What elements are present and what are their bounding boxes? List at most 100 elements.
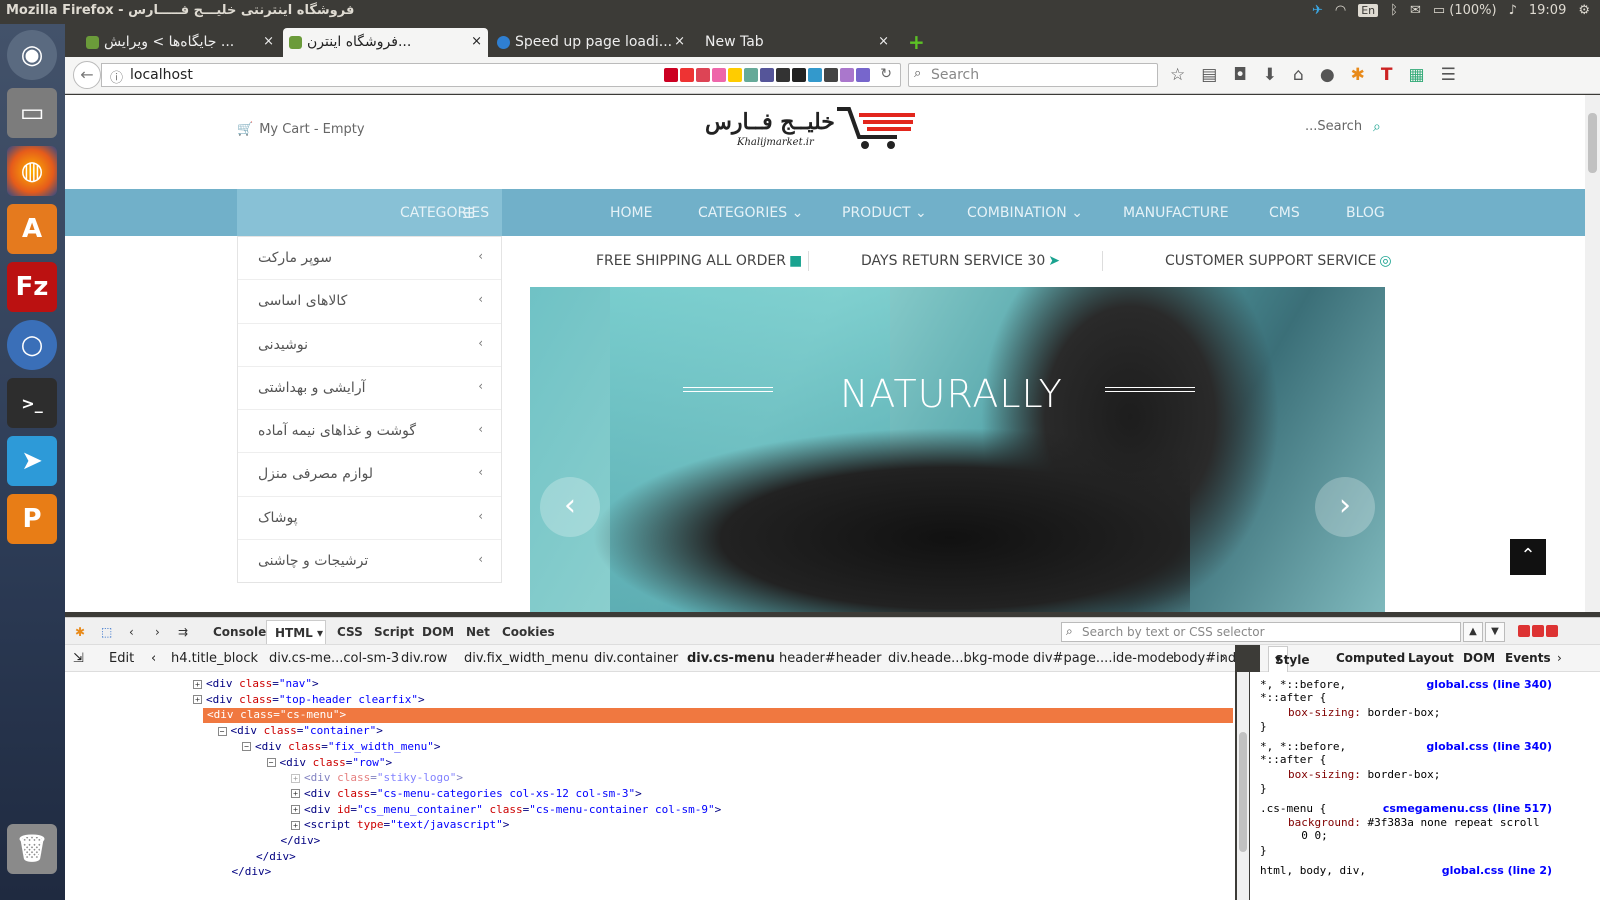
html-node[interactable]: + <div id="cs_menu_container" class="cs-m… [291, 803, 721, 818]
inspect-icon[interactable]: ⬚ [101, 625, 112, 639]
tab-layout[interactable]: Layout [1408, 651, 1454, 665]
crumb-item[interactable]: div.container [594, 651, 678, 666]
trash-icon[interactable]: 🗑 [7, 824, 57, 874]
search-prev-button[interactable]: ▲ [1463, 622, 1483, 642]
css-selector[interactable]: *, *::before, *::after { [1260, 740, 1346, 766]
tab-dom-side[interactable]: DOM [1463, 651, 1495, 665]
extension-icon[interactable] [840, 68, 854, 82]
css-source-link[interactable]: global.css (line 2) [1442, 864, 1552, 877]
phpstorm-icon[interactable]: P [7, 494, 57, 544]
menu-home[interactable]: HOME [610, 205, 652, 221]
html-pane-scrollbar[interactable] [1237, 672, 1249, 900]
crumb-item[interactable]: div.heade...bkg-mode [888, 651, 1029, 666]
close-tab-icon[interactable]: × [878, 34, 889, 49]
crumb-scroll-left[interactable]: ‹ [151, 651, 156, 666]
html-node[interactable]: − <div class="fix_width_menu"> [242, 740, 440, 755]
extension-icon[interactable] [792, 68, 806, 82]
html-node[interactable]: </div> [281, 834, 321, 849]
tab-console[interactable]: Console [213, 625, 266, 639]
html-node[interactable]: − <div class="row"> [266, 756, 392, 771]
download-icon[interactable]: ⬇ [1263, 65, 1277, 85]
close-tab-icon[interactable]: × [263, 34, 274, 49]
page-scrollbar[interactable] [1585, 95, 1600, 612]
detach-devtools-icon[interactable] [1532, 625, 1544, 637]
css-source-link[interactable]: csmegamenu.css (line 517) [1383, 802, 1552, 815]
html-node[interactable]: + <div class="stiky-logo"> [291, 771, 463, 786]
side-tabs-scroll-right[interactable]: › [1557, 651, 1562, 665]
battery-indicator[interactable]: ▭ (100%) [1433, 3, 1497, 18]
crumb-item[interactable]: div.fix_width_menu [464, 651, 589, 666]
category-item[interactable]: آرایشی و بهداشتی › [238, 367, 501, 411]
devtools-search-input[interactable]: ⌕ Search by text or CSS selector [1061, 622, 1461, 642]
crumb-options-icon[interactable]: ⇲ [73, 651, 84, 666]
firebug-icon[interactable]: ✱ [1351, 65, 1365, 85]
telegram-tray-icon[interactable]: ✈ [1312, 3, 1323, 18]
files-icon[interactable]: ▭ [7, 88, 57, 138]
categories-toggle[interactable]: CATEGORIES ☰ [237, 189, 502, 236]
new-tab-button[interactable]: + [908, 30, 925, 54]
crumb-item[interactable]: h4.title_block [171, 651, 258, 666]
tab-location-edit[interactable]: جایگاه‌ها > ویرایش ... × [80, 28, 280, 57]
mini-cart[interactable]: 🛒 My Cart - Empty [237, 122, 365, 137]
chat-icon[interactable]: ● [1320, 65, 1335, 85]
browser-search-box[interactable]: ⌕ Search [908, 63, 1158, 87]
scrollbar-thumb[interactable] [1588, 113, 1597, 173]
hero-slider[interactable]: NATURALLY ‹ › [530, 287, 1385, 612]
menu-cms[interactable]: CMS [1269, 205, 1300, 221]
keyboard-layout[interactable]: En [1358, 4, 1379, 17]
tab-events[interactable]: Events [1505, 651, 1551, 665]
close-tab-icon[interactable]: × [471, 34, 482, 49]
command-line-icon[interactable]: ⇉ [178, 625, 188, 639]
tab-dom[interactable]: DOM [422, 625, 454, 639]
style-rules-panel[interactable]: *, *::before, *::after {global.css (line… [1250, 672, 1600, 900]
info-icon[interactable]: ⓘ [110, 67, 123, 86]
css-source-link[interactable]: global.css (line 340) [1426, 678, 1552, 691]
nav-forward-icon[interactable]: › [155, 625, 160, 639]
css-declaration[interactable]: box-sizing: border-box; [1288, 706, 1440, 719]
close-devtools-icon[interactable] [1546, 625, 1558, 637]
home-icon[interactable]: ⌂ [1293, 65, 1304, 85]
pocket-icon[interactable]: ◘ [1233, 65, 1246, 85]
filezilla-icon[interactable]: Fz [7, 262, 57, 312]
extension-icon[interactable] [712, 68, 726, 82]
firefox-icon[interactable]: ◍ [7, 146, 57, 196]
extension-icon[interactable] [776, 68, 790, 82]
settings-gear-icon[interactable]: ⚙ [1578, 3, 1590, 18]
extension-icon[interactable] [824, 68, 838, 82]
html-node[interactable]: </div> [256, 850, 296, 865]
url-bar[interactable]: ⓘ localhost ↻ [101, 63, 901, 87]
menu-product[interactable]: PRODUCT ⌄ [842, 205, 927, 221]
menu-categories[interactable]: CATEGORIES ⌄ [698, 205, 803, 221]
firebug-menu-icon[interactable]: ✱ [75, 625, 85, 639]
html-node[interactable]: + <div class="top-header clearfix"> [193, 693, 425, 708]
slider-next-button[interactable]: › [1315, 477, 1375, 537]
back-to-top-button[interactable]: ⌃ [1510, 539, 1546, 575]
extension-icon[interactable] [760, 68, 774, 82]
extension-icon[interactable] [680, 68, 694, 82]
css-selector[interactable]: .cs-menu { [1260, 802, 1326, 815]
reading-list-icon[interactable]: ▤ [1201, 65, 1217, 85]
crumb-item[interactable]: div.row [401, 651, 447, 666]
back-button[interactable]: ← [73, 61, 101, 89]
css-selector[interactable]: html, body, div, [1260, 864, 1366, 877]
telegram-icon[interactable]: ➤ [7, 436, 57, 486]
translate-icon[interactable]: T [1381, 65, 1393, 85]
html-node[interactable]: − <div class="container"> [217, 724, 383, 739]
minimize-devtools-icon[interactable] [1518, 625, 1530, 637]
tab-css[interactable]: CSS [337, 625, 363, 639]
bookmark-star-icon[interactable]: ☆ [1170, 65, 1185, 85]
chromium-icon[interactable]: ○ [7, 320, 57, 370]
tab-computed[interactable]: Computed [1336, 651, 1405, 665]
extension-icon[interactable] [856, 68, 870, 82]
mail-icon[interactable]: ✉ [1410, 3, 1421, 18]
html-node[interactable]: + <div class="cs-menu-categories col-xs-1… [291, 787, 642, 802]
tab-net[interactable]: Net [466, 625, 490, 639]
extension-icon[interactable] [728, 68, 742, 82]
menu-combination[interactable]: COMBINATION ⌄ [967, 205, 1083, 221]
tab-html[interactable]: HTML ▾ [266, 620, 326, 644]
css-declaration[interactable]: background: #3f383a none repeat scroll 0… [1288, 816, 1540, 842]
scrollbar-thumb[interactable] [1239, 732, 1247, 852]
html-node[interactable]: </div> [232, 865, 272, 880]
category-item[interactable]: سوپر مارکت › [238, 237, 501, 281]
css-selector[interactable]: *, *::before, *::after { [1260, 678, 1346, 704]
